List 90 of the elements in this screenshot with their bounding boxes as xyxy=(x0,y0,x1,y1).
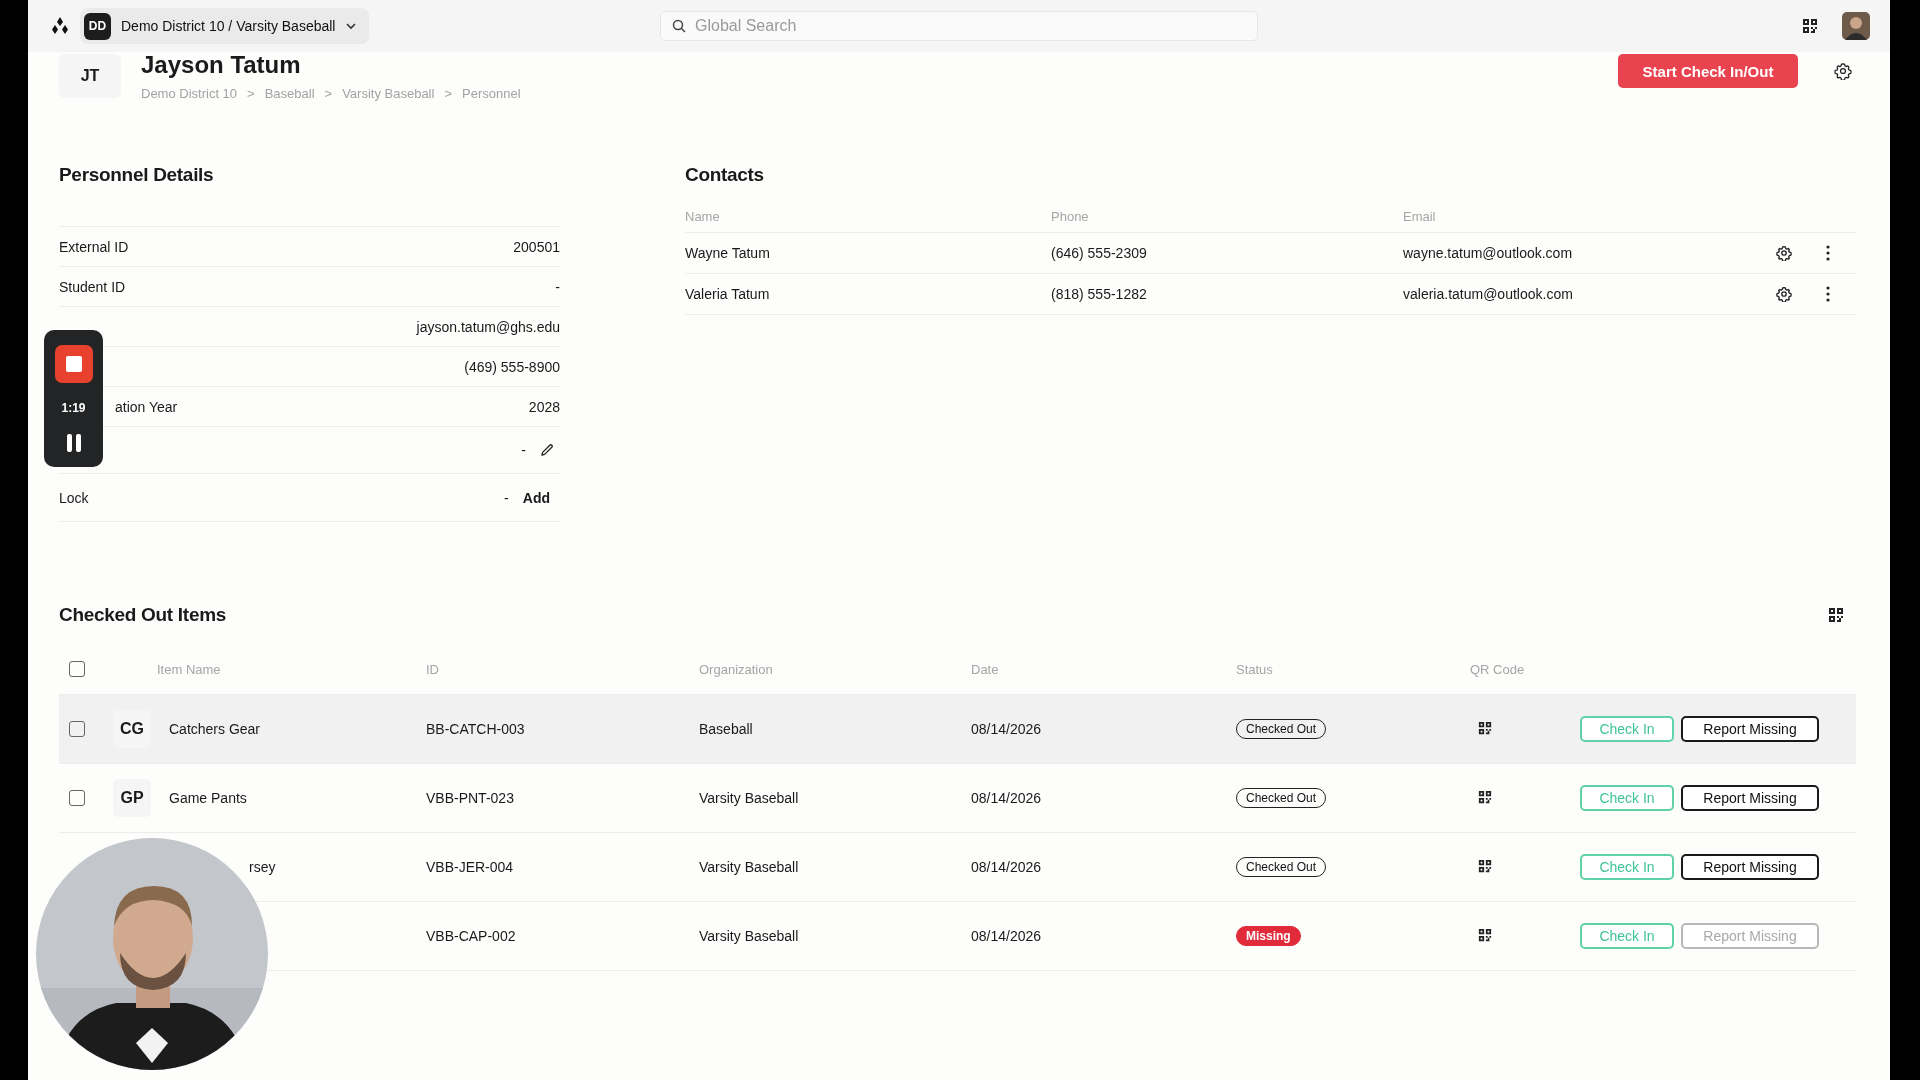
settings-icon[interactable] xyxy=(1776,245,1792,261)
row-checkbox[interactable] xyxy=(69,721,85,737)
contact-email: valeria.tatum@outlook.com xyxy=(1403,286,1574,302)
field-value: (469) 555-8900 xyxy=(464,358,560,375)
item-date: 08/14/2026 xyxy=(971,790,1043,806)
pencil-icon[interactable] xyxy=(540,443,554,457)
breadcrumb-link[interactable]: Personnel xyxy=(462,86,521,101)
qr-code-icon[interactable] xyxy=(1478,720,1492,735)
table-row[interactable]: CG Catchers Gear BB-CATCH-003 Baseball 08/14/2026 Checked Out Check In Report Missing xyxy=(59,695,1856,764)
recording-timer: 1:19 xyxy=(61,401,86,416)
field-value: 200501 xyxy=(513,238,560,255)
item-date: 08/14/2026 xyxy=(971,928,1043,944)
contact-name: Valeria Tatum xyxy=(685,286,771,302)
column-header: ID xyxy=(426,661,440,677)
contact-name: Wayne Tatum xyxy=(685,245,771,261)
breadcrumb-link[interactable]: Demo District 10 xyxy=(141,86,238,101)
item-id: BB-CATCH-003 xyxy=(426,721,526,737)
field-label: External ID xyxy=(59,238,129,255)
field-value: - xyxy=(504,489,509,506)
contact-phone: (646) 555-2309 xyxy=(1051,245,1148,261)
breadcrumb-separator: > xyxy=(247,86,255,101)
chevron-down-icon xyxy=(345,20,358,32)
pause-icon[interactable] xyxy=(65,433,82,452)
organization-selector[interactable]: DD Demo District 10 / Varsity Baseball xyxy=(80,8,370,44)
breadcrumb-link[interactable]: Varsity Baseball xyxy=(342,86,435,101)
item-name: rsey xyxy=(249,859,277,875)
column-header: Organization xyxy=(699,661,774,677)
profile-initials: JT xyxy=(59,54,121,98)
item-date: 08/14/2026 xyxy=(971,721,1043,737)
qr-code-icon[interactable] xyxy=(1802,18,1818,34)
logo-icon[interactable] xyxy=(50,16,70,36)
person-name: Jayson Tatum xyxy=(141,52,302,78)
check-in-button[interactable]: Check In xyxy=(1580,785,1674,811)
item-organization: Baseball xyxy=(699,721,754,737)
field-value: - xyxy=(521,442,526,458)
column-header: Phone xyxy=(1051,208,1090,224)
column-header: QR Code xyxy=(1470,661,1526,677)
field-value: - xyxy=(555,278,560,295)
select-all-checkbox[interactable] xyxy=(69,661,85,677)
status-badge: Missing xyxy=(1236,926,1301,946)
more-options-icon[interactable] xyxy=(1826,245,1830,261)
check-in-button[interactable]: Check In xyxy=(1580,854,1674,880)
item-name: Catchers Gear xyxy=(168,721,262,737)
contact-phone: (818) 555-1282 xyxy=(1051,286,1148,302)
check-in-button[interactable]: Check In xyxy=(1580,716,1674,742)
item-name: Game Pants xyxy=(168,790,248,806)
column-header: Item Name xyxy=(157,661,222,677)
item-organization: Varsity Baseball xyxy=(699,790,800,806)
section-title: Contacts xyxy=(685,164,765,186)
field-value: jayson.tatum@ghs.edu xyxy=(416,318,560,335)
field-label: ation Year xyxy=(115,398,178,415)
qr-code-icon[interactable] xyxy=(1478,789,1492,804)
report-missing-button[interactable]: Report Missing xyxy=(1681,854,1819,880)
qr-code-icon[interactable] xyxy=(1828,607,1844,623)
add-link[interactable]: Add xyxy=(522,489,550,506)
stop-recording-button[interactable] xyxy=(54,345,93,384)
check-in-button[interactable]: Check In xyxy=(1580,923,1674,949)
report-missing-button[interactable]: Report Missing xyxy=(1681,785,1819,811)
start-check-in-out-button[interactable]: Start Check In/Out xyxy=(1618,54,1798,88)
user-avatar[interactable] xyxy=(1842,12,1870,40)
section-title: Personnel Details xyxy=(59,164,215,186)
section-title: Checked Out Items xyxy=(59,604,226,626)
field-label: Lock xyxy=(59,489,89,506)
item-initials: GP xyxy=(113,779,151,817)
more-options-icon[interactable] xyxy=(1826,286,1830,302)
item-date: 08/14/2026 xyxy=(971,859,1043,875)
field-value: 2028 xyxy=(528,398,560,415)
breadcrumb-separator: > xyxy=(324,86,333,101)
qr-code-icon[interactable] xyxy=(1478,927,1492,942)
item-id: VBB-CAP-002 xyxy=(426,928,517,944)
column-header: Email xyxy=(1403,208,1437,224)
search-icon xyxy=(672,19,686,33)
breadcrumb-link[interactable]: Baseball xyxy=(264,86,315,101)
settings-icon[interactable] xyxy=(1776,286,1792,302)
item-initials: CG xyxy=(113,710,151,748)
item-id: VBB-JER-004 xyxy=(426,859,515,875)
item-organization: Varsity Baseball xyxy=(699,928,800,944)
column-header: Name xyxy=(685,208,721,224)
column-header: Status xyxy=(1236,661,1274,677)
search-field[interactable]: Global Search xyxy=(660,11,1258,41)
row-checkbox[interactable] xyxy=(69,790,85,806)
settings-icon[interactable] xyxy=(1834,62,1852,80)
column-header: Date xyxy=(971,661,1000,677)
field-label: Student ID xyxy=(59,278,126,295)
item-organization: Varsity Baseball xyxy=(699,859,800,875)
qr-code-icon[interactable] xyxy=(1478,858,1492,873)
breadcrumb-separator: > xyxy=(444,86,452,101)
item-id: VBB-PNT-023 xyxy=(426,790,515,806)
contact-email: wayne.tatum@outlook.com xyxy=(1403,245,1574,261)
report-missing-button[interactable]: Report Missing xyxy=(1681,716,1819,742)
